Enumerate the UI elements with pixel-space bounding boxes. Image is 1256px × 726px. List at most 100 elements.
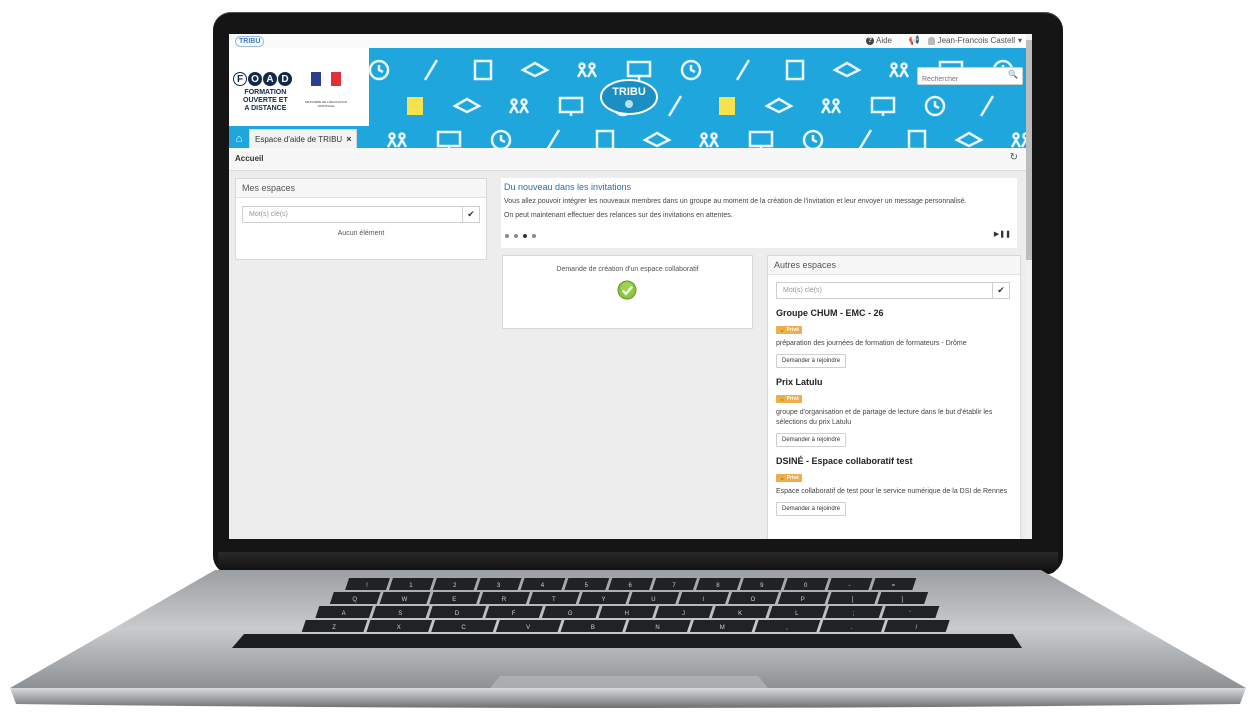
keyboard-key-label: = (892, 583, 896, 589)
check-icon[interactable]: ✔ (992, 283, 1009, 298)
keyboard-key-label: D (455, 611, 460, 617)
carousel-dot[interactable] (514, 234, 518, 238)
carousel-dots (505, 234, 536, 238)
join-button[interactable]: Demander à rejoindre (776, 502, 847, 516)
keyboard-key-label: Z (332, 625, 336, 631)
keyword-placeholder: Mot(s) clé(s) (249, 211, 288, 218)
tribu-logo[interactable]: TRIBU (599, 78, 659, 116)
demande-creation-card[interactable]: Demande de création d'un espace collabor… (502, 255, 753, 329)
tribu-logo-text: TRIBU (612, 86, 646, 98)
keyword-placeholder: Mot(s) clé(s) (783, 287, 822, 294)
tab-strip: ⌂ Espace d'aide de TRIBU × (229, 128, 358, 148)
foad-line: A DISTANCE (244, 105, 287, 112)
refresh-icon[interactable]: ↻ (1010, 152, 1018, 163)
news-title[interactable]: Du nouveau dans les invitations (504, 182, 631, 192)
keyboard-key-label: S (398, 611, 402, 617)
space-description: groupe d'organisation et de partage de l… (776, 409, 993, 426)
monitor-icon (748, 130, 774, 148)
header-banner: F O A D FORMATION OUVERTE ET A DISTANCE … (229, 48, 1032, 148)
search-icon[interactable]: 🔍 (1008, 70, 1018, 79)
panel-title: Autres espaces (768, 256, 1020, 275)
keyword-search-field[interactable]: Mot(s) clé(s) ✔ (776, 282, 1010, 299)
help-link[interactable]: ? Aide (865, 36, 892, 45)
scrollbar-thumb[interactable] (1026, 40, 1032, 260)
join-button[interactable]: Demander à rejoindre (776, 354, 847, 368)
home-icon[interactable]: ⌂ (229, 130, 249, 148)
badge-label: Privé (786, 475, 799, 481)
private-badge: 🔒 Privé (776, 326, 802, 334)
private-badge: 🔒 Privé (776, 474, 802, 482)
page-scrollbar[interactable] (1026, 34, 1032, 539)
keyboard-key-label: W (402, 597, 408, 603)
keyboard-key-label: N (655, 625, 659, 631)
foad-line: OUVERTE ET (243, 97, 288, 104)
keyboard-key-label: B (591, 625, 595, 631)
space-item: DSINÉ - Espace collaboratif test 🔒 Privé… (776, 456, 1012, 516)
user-icon (927, 36, 935, 45)
question-circle-icon: ? (865, 36, 874, 45)
keyboard-key-label: H (625, 611, 629, 617)
book-icon (473, 59, 493, 81)
people-icon (576, 67, 598, 78)
caret-down-icon: ▾ (1017, 36, 1022, 45)
republic-flag-icon (311, 72, 341, 92)
pencil-icon (423, 59, 439, 81)
clock-hand (377, 65, 384, 74)
bullhorn-icon[interactable]: 📢 (909, 35, 920, 46)
keyboard-key-label: O (751, 597, 756, 603)
breadcrumb-label[interactable]: Accueil (235, 154, 263, 163)
join-button[interactable]: Demander à rejoindre (776, 433, 847, 447)
keyboard-key-label: T (552, 597, 556, 603)
foad-letter: O (248, 72, 262, 86)
carousel-dot[interactable] (523, 234, 527, 238)
monitor-icon (558, 96, 584, 114)
keyboard-key-label: R (502, 597, 507, 603)
search-input[interactable] (918, 72, 1006, 87)
search-box[interactable]: 🔍 (917, 67, 1023, 87)
space-name[interactable]: Groupe CHUM - EMC - 26 (776, 308, 1012, 318)
space-item: Groupe CHUM - EMC - 26 🔒 Privé préparati… (776, 308, 1012, 368)
space-name[interactable]: Prix Latulu (776, 377, 1012, 387)
tab-espace-aide[interactable]: Espace d'aide de TRIBU × (249, 129, 358, 148)
check-icon[interactable]: ✔ (462, 207, 479, 222)
pencil-icon (979, 95, 995, 117)
space-description: préparation des journées de formation de… (776, 340, 967, 347)
private-badge: 🔒 Privé (776, 395, 802, 403)
keyboard-key-label: X (397, 625, 401, 631)
check-circle-icon[interactable] (617, 280, 637, 300)
book-icon (719, 97, 735, 115)
people-icon (508, 103, 530, 114)
foad-line: FORMATION (244, 89, 287, 96)
keyboard-key-label: C (461, 625, 466, 631)
keyboard-key-label: Y (602, 597, 606, 603)
breadcrumb: Accueil ↻ (229, 148, 1032, 171)
pencil-icon (735, 59, 751, 81)
top-bar: TRIBU ? Aide 📢 Jean-Francois Castell ▾ (229, 34, 1032, 49)
book-icon (407, 97, 423, 115)
empty-message: Aucun élément (337, 230, 385, 237)
book-icon (595, 129, 615, 148)
keyword-search-field[interactable]: Mot(s) clé(s) ✔ (242, 206, 480, 223)
carousel-dot[interactable] (505, 234, 509, 238)
close-icon[interactable]: × (346, 134, 351, 144)
clock-hand (689, 65, 696, 74)
foad-caption: FORMATION OUVERTE ET A DISTANCE (243, 89, 288, 113)
browser-screen: TRIBU ? Aide 📢 Jean-Francois Castell ▾ F… (229, 34, 1032, 539)
graduation-cap-icon (642, 131, 672, 148)
play-pause-icon[interactable]: ▶❚❚ (994, 230, 1011, 238)
foad-letter: F (233, 72, 247, 86)
carousel-dot[interactable] (532, 234, 536, 238)
user-menu[interactable]: Jean-Francois Castell ▾ (927, 36, 1022, 45)
mes-espaces-panel: Mes espaces Mot(s) clé(s) ✔ Aucun élémen… (235, 178, 487, 260)
graduation-cap-icon (832, 61, 862, 78)
keyboard-key-label: F (512, 611, 516, 617)
space-name[interactable]: DSINÉ - Espace collaboratif test (776, 456, 1012, 466)
pencil-icon (667, 95, 683, 117)
graduation-cap-icon (452, 97, 482, 114)
news-line: Vous allez pouvoir intégrer les nouveaux… (504, 198, 967, 205)
book-icon (785, 59, 805, 81)
space-description: Espace collaboratif de test pour le serv… (776, 488, 1008, 495)
pencil-icon (858, 129, 873, 148)
pencil-icon (546, 129, 561, 148)
tribu-mini-logo[interactable]: TRIBU (235, 36, 265, 47)
